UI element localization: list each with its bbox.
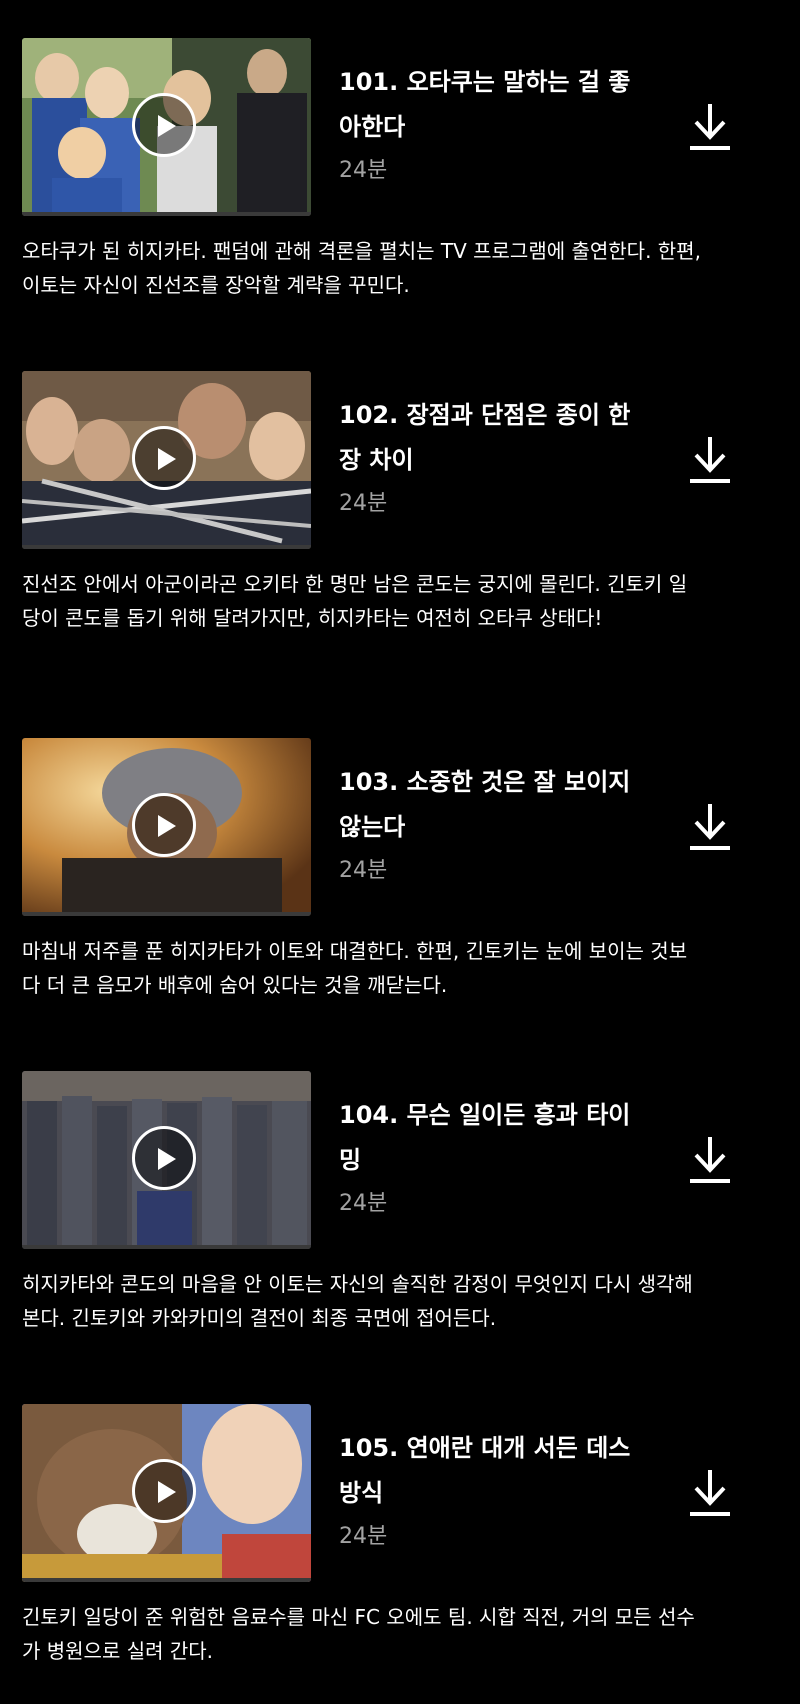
episode-title: 102. 장점과 단점은 종이 한 장 차이 [339, 401, 631, 474]
progress-bar [22, 912, 311, 916]
episode-duration: 24분 [339, 158, 388, 183]
play-button[interactable] [132, 1126, 196, 1190]
episode-thumbnail[interactable] [22, 1404, 311, 1582]
download-icon [690, 1137, 730, 1183]
episode-thumbnail[interactable] [22, 1071, 311, 1249]
play-icon [158, 448, 176, 470]
episode-duration: 24분 [339, 491, 388, 516]
download-icon [690, 104, 730, 150]
episode-item: 102. 장점과 단점은 종이 한 장 차이 24분 진선조 안에서 아군이라곤… [0, 371, 800, 671]
episode-description: 히지카타와 콘도의 마음을 안 이토는 자신의 솔직한 감정이 무엇인지 다시 … [22, 1272, 693, 1330]
episode-title: 105. 연애란 대개 서든 데스 방식 [339, 1434, 631, 1507]
play-icon [158, 1148, 176, 1170]
progress-bar [22, 545, 311, 549]
download-button[interactable] [688, 800, 732, 854]
download-button[interactable] [688, 1133, 732, 1187]
episode-thumbnail[interactable] [22, 371, 311, 549]
episode-description: 긴토키 일당이 준 위험한 음료수를 마신 FC 오에도 팀. 시합 직전, 거… [22, 1605, 695, 1663]
play-icon [158, 815, 176, 837]
progress-bar [22, 1578, 311, 1582]
episode-item: 101. 오타쿠는 말하는 걸 좋아한다 24분 오타쿠가 된 히지카타. 팬덤… [0, 38, 800, 338]
download-icon [690, 1470, 730, 1516]
episode-item: 103. 소중한 것은 잘 보이지 않는다 24분 마침내 저주를 푼 히지카타… [0, 738, 800, 1038]
download-icon [690, 437, 730, 483]
play-icon [158, 115, 176, 137]
episode-description: 오타쿠가 된 히지카타. 팬덤에 관해 격론을 펼치는 TV 프로그램에 출연한… [22, 239, 701, 297]
progress-bar [22, 212, 311, 216]
play-button[interactable] [132, 1459, 196, 1523]
episode-item: 105. 연애란 대개 서든 데스 방식 24분 긴토키 일당이 준 위험한 음… [0, 1404, 800, 1704]
episode-item: 104. 무슨 일이든 흥과 타이밍 24분 히지카타와 콘도의 마음을 안 이… [0, 1071, 800, 1371]
episode-thumbnail[interactable] [22, 738, 311, 916]
episode-description: 진선조 안에서 아군이라곤 오키타 한 명만 남은 콘도는 궁지에 몰린다. 긴… [22, 572, 688, 630]
download-button[interactable] [688, 433, 732, 487]
download-button[interactable] [688, 1466, 732, 1520]
play-button[interactable] [132, 93, 196, 157]
episode-duration: 24분 [339, 1191, 388, 1216]
play-icon [158, 1481, 176, 1503]
play-button[interactable] [132, 793, 196, 857]
episode-title: 104. 무슨 일이든 흥과 타이밍 [339, 1101, 631, 1174]
progress-bar [22, 1245, 311, 1249]
episode-description: 마침내 저주를 푼 히지카타가 이토와 대결한다. 한편, 긴토키는 눈에 보이… [22, 939, 688, 997]
play-button[interactable] [132, 426, 196, 490]
download-icon [690, 804, 730, 850]
episode-title: 103. 소중한 것은 잘 보이지 않는다 [339, 768, 631, 841]
download-button[interactable] [688, 100, 732, 154]
episode-thumbnail[interactable] [22, 38, 311, 216]
episode-title: 101. 오타쿠는 말하는 걸 좋아한다 [339, 68, 631, 141]
episode-duration: 24분 [339, 858, 388, 883]
episode-duration: 24분 [339, 1524, 388, 1549]
